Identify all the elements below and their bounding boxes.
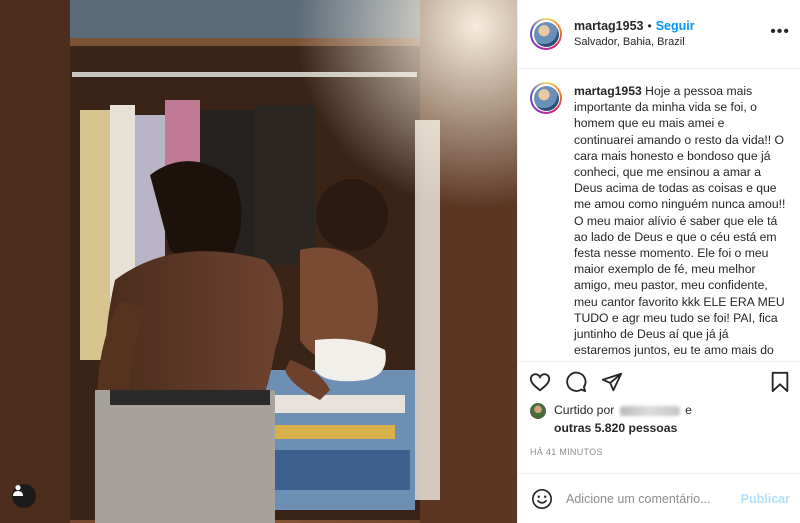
caption-text: Hoje a pessoa mais importante da minha v… [574,84,786,361]
separator-dot: • [647,19,652,33]
tagged-users-button[interactable] [12,484,36,508]
avatar-image [533,21,559,47]
comment-bar: Publicar [518,473,800,523]
comment-input[interactable] [564,490,741,507]
comment-icon[interactable] [564,370,588,394]
more-options-icon[interactable]: ••• [770,24,790,40]
user-icon [13,485,23,496]
author-username[interactable]: martag1953 [574,19,644,33]
post-header: martag1953 • Seguir Salvador, Bahia, Brazi… [518,0,800,69]
caption-section: martag1953 Hoje a pessoa mais importante… [518,69,800,361]
blurred-username [619,405,680,416]
share-icon[interactable] [600,370,624,394]
heart-icon[interactable] [528,370,552,394]
emoji-icon[interactable] [530,487,554,511]
liked-by-prefix: Curtido por [554,403,615,417]
post-location[interactable]: Salvador, Bahia, Brazil [574,34,695,50]
header-text: martag1953 • Seguir Salvador, Bahia, Brazi… [574,18,695,50]
post-side-panel: martag1953 • Seguir Salvador, Bahia, Brazi… [517,0,800,523]
bookmark-icon[interactable] [768,370,792,394]
author-avatar[interactable] [530,18,562,50]
liked-by-conjunction: e [685,403,692,417]
follow-button[interactable]: Seguir [656,19,695,33]
caption-author-avatar[interactable] [530,82,562,114]
action-bar [518,361,800,401]
likes-count-link[interactable]: outras 5.820 pessoas [554,421,677,435]
likes-summary: Curtido por e outras 5.820 pessoas [518,401,800,445]
caption-text-block: martag1953 Hoje a pessoa mais importante… [574,83,786,361]
avatar-image [533,85,559,111]
post-photo[interactable] [0,0,517,523]
photo-illustration [0,0,517,523]
instagram-post: martag1953 • Seguir Salvador, Bahia, Brazi… [0,0,800,523]
publish-button[interactable]: Publicar [741,492,790,506]
liker-avatar[interactable] [530,403,546,419]
likes-text: Curtido por e outras 5.820 pessoas [554,401,692,437]
post-timestamp[interactable]: HÁ 41 MINUTOS [518,445,800,473]
caption-username[interactable]: martag1953 [574,84,642,98]
